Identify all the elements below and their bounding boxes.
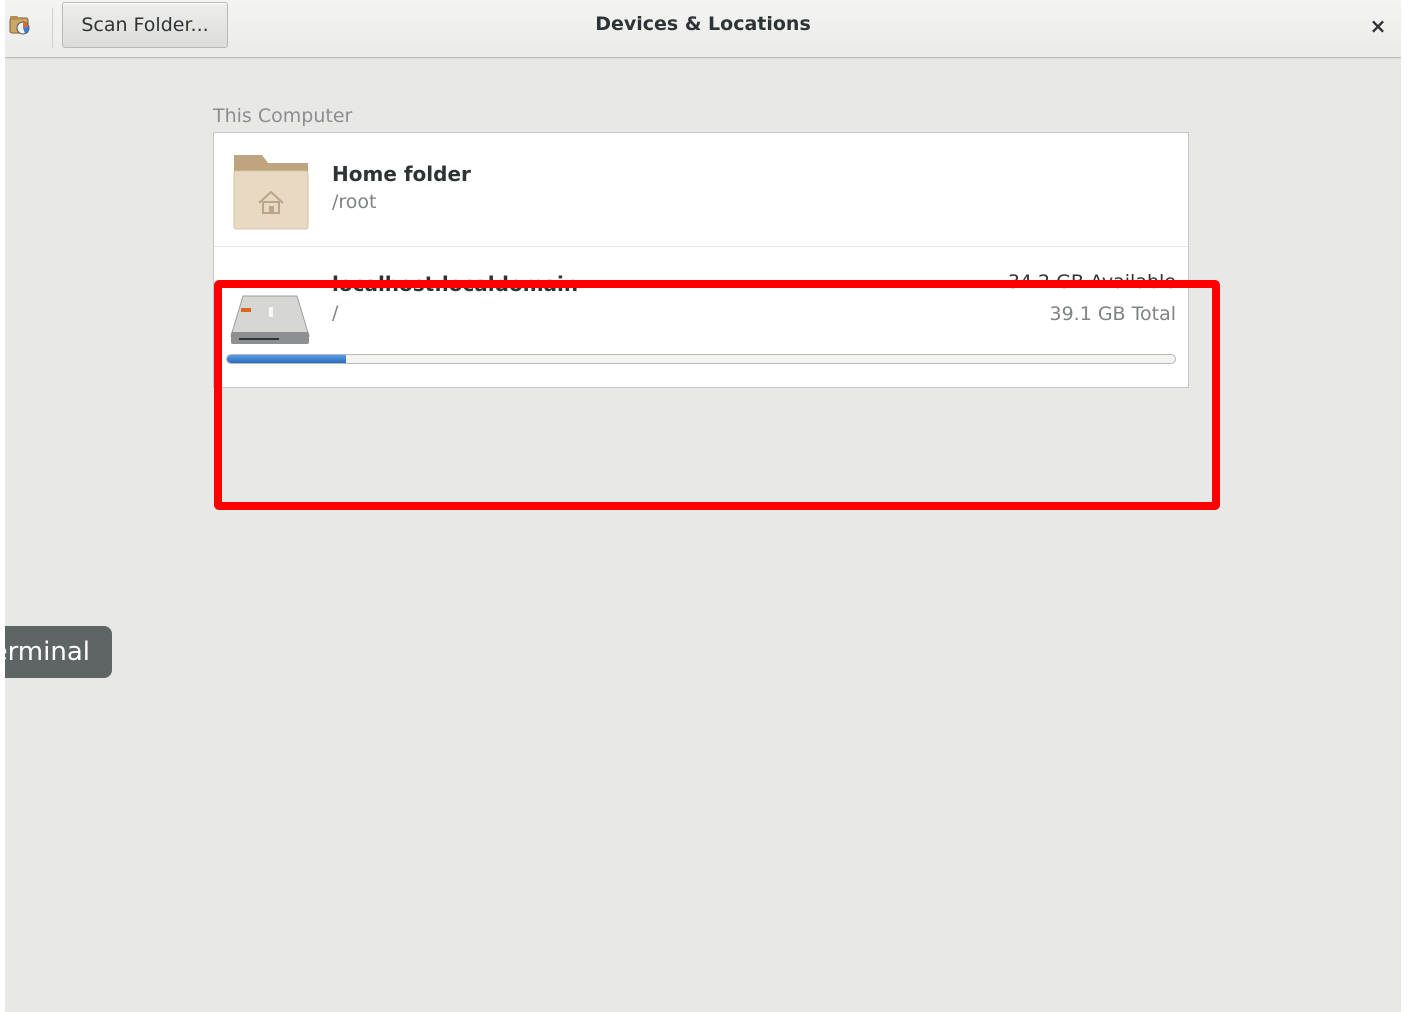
location-row-home[interactable]: Home folder /root: [214, 133, 1188, 247]
location-path: /root: [332, 191, 377, 213]
section-label-this-computer: This Computer: [213, 105, 353, 127]
total-space: 39.1 GB Total: [1049, 303, 1176, 325]
location-name: localhost.localdomain: [332, 272, 579, 296]
terminal-tooltip: erminal: [5, 626, 112, 678]
disk-usage-fill: [227, 355, 346, 363]
home-folder-icon: [233, 155, 309, 230]
locations-list: Home folder /root localhost.localdomain …: [213, 132, 1189, 388]
window-title: Devices & Locations: [595, 13, 811, 35]
close-icon[interactable]: ×: [1365, 13, 1391, 39]
disk-usage-analyzer-window: Scan Folder... Devices & Locations × Thi…: [5, 0, 1401, 1012]
disk-usage-bar: [226, 354, 1176, 364]
location-name: Home folder: [332, 162, 471, 186]
available-space: 34.2 GB Available: [1007, 271, 1176, 293]
hard-drive-icon: [230, 295, 310, 344]
location-path: /: [332, 302, 339, 324]
location-row-filesystem[interactable]: localhost.localdomain / 34.2 GB Availabl…: [214, 247, 1188, 387]
header-bar: Scan Folder... Devices & Locations ×: [5, 0, 1401, 58]
